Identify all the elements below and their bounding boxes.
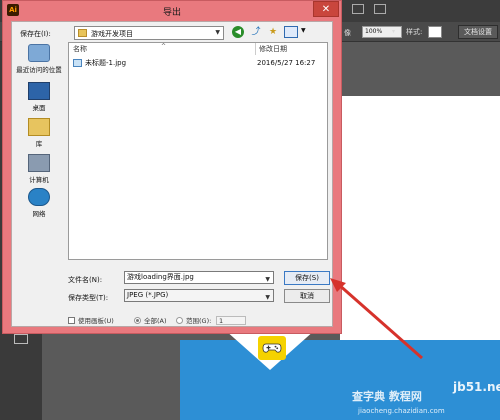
filename-label: 文件名(N): bbox=[68, 276, 103, 284]
file-name: 未标题-1.jpg bbox=[85, 59, 127, 67]
all-label: 全部(A) bbox=[144, 317, 167, 325]
filetype-label: 保存类型(T): bbox=[68, 294, 109, 302]
cancel-button[interactable]: 取消 bbox=[284, 289, 330, 303]
sort-up-icon: ^ bbox=[161, 43, 167, 50]
style-swatch[interactable] bbox=[428, 26, 442, 38]
filename-value: 游戏loading界面.jpg bbox=[127, 273, 194, 281]
file-list[interactable]: 名称 ^ 修改日期 未标题-1.jpg 2016/5/27 16:27 bbox=[68, 42, 328, 260]
arrange-documents-icon[interactable] bbox=[352, 4, 364, 14]
places-bar: 最近访问的位置 桌面 库 计算机 网络 bbox=[12, 42, 66, 282]
watermark-brand: 查字典 教程网 bbox=[352, 390, 422, 403]
place-computer[interactable]: 计算机 bbox=[12, 154, 66, 184]
place-label: 最近访问的位置 bbox=[16, 66, 62, 74]
document-settings-button[interactable]: 文档设置 bbox=[458, 25, 498, 39]
table-row[interactable]: 未标题-1.jpg 2016/5/27 16:27 bbox=[71, 57, 327, 69]
place-label: 桌面 bbox=[32, 104, 46, 112]
filetype-value: JPEG (*.JPG) bbox=[127, 291, 169, 299]
column-header-date[interactable]: 修改日期 bbox=[255, 43, 327, 55]
range-label: 范围(G): bbox=[186, 317, 212, 325]
folder-icon bbox=[78, 29, 87, 37]
computer-icon bbox=[28, 154, 50, 172]
watermark-url: jiaocheng.chazidian.com bbox=[358, 407, 445, 415]
filetype-select[interactable]: JPEG (*.JPG) ▼ bbox=[124, 289, 274, 302]
export-dialog: Ai 导出 ✕ 保存在(I): 游戏开发项目 ▼ ◀ ⤴ ★ ▼ 最近访问的位置… bbox=[2, 0, 342, 334]
all-radio[interactable] bbox=[134, 317, 141, 324]
use-artboards-label: 使用画板(U) bbox=[78, 317, 114, 325]
dialog-body: 保存在(I): 游戏开发项目 ▼ ◀ ⤴ ★ ▼ 最近访问的位置 桌面 库 计算… bbox=[11, 21, 333, 327]
file-date: 2016/5/27 16:27 bbox=[257, 59, 316, 67]
back-icon[interactable]: ◀ bbox=[232, 26, 244, 38]
style-label: 样式: bbox=[406, 28, 423, 36]
screen-mode-icon[interactable] bbox=[14, 334, 28, 344]
workspace-icon[interactable] bbox=[374, 4, 386, 14]
place-network[interactable]: 网络 bbox=[12, 188, 66, 218]
close-button[interactable]: ✕ bbox=[313, 1, 339, 17]
libraries-icon bbox=[28, 118, 50, 136]
save-in-label: 保存在(I): bbox=[20, 30, 51, 38]
place-desktop[interactable]: 桌面 bbox=[12, 82, 66, 112]
dialog-titlebar[interactable]: Ai 导出 ✕ bbox=[3, 1, 341, 19]
chevron-down-icon: ▼ bbox=[265, 294, 270, 301]
save-button[interactable]: 保存(S) bbox=[284, 271, 330, 285]
image-file-icon bbox=[73, 59, 82, 67]
place-libraries[interactable]: 库 bbox=[12, 118, 66, 148]
zoom-field[interactable]: 100% bbox=[362, 26, 402, 38]
network-icon bbox=[28, 188, 50, 206]
place-label: 计算机 bbox=[29, 176, 49, 184]
use-artboards-checkbox[interactable] bbox=[68, 317, 75, 324]
chevron-down-icon[interactable]: ▼ bbox=[265, 274, 270, 285]
recent-places-icon bbox=[28, 44, 50, 62]
place-recent[interactable]: 最近访问的位置 bbox=[12, 44, 66, 74]
watermark-tag: jb51.net bbox=[453, 380, 500, 394]
control-bar-label: 像 bbox=[344, 29, 351, 37]
chevron-down-icon: ▼ bbox=[215, 29, 220, 36]
artboard-options: 使用画板(U) 全部(A) 范围(G): 1 bbox=[68, 316, 328, 326]
view-menu-icon[interactable] bbox=[284, 26, 298, 38]
range-field[interactable]: 1 bbox=[216, 316, 246, 325]
chevron-down-icon[interactable]: ▾ bbox=[392, 28, 395, 35]
gamepad-icon bbox=[258, 336, 286, 360]
new-folder-icon[interactable]: ★ bbox=[266, 26, 280, 38]
up-folder-icon[interactable]: ⤴ bbox=[250, 26, 262, 38]
dialog-title: 导出 bbox=[162, 8, 181, 18]
filename-field[interactable]: 游戏loading界面.jpg ▼ bbox=[124, 271, 274, 284]
chevron-down-icon[interactable]: ▼ bbox=[301, 27, 306, 34]
place-label: 网络 bbox=[32, 210, 46, 218]
place-label: 库 bbox=[35, 140, 43, 148]
desktop-icon bbox=[28, 82, 50, 100]
range-value: 1 bbox=[219, 317, 224, 325]
save-in-select[interactable]: 游戏开发项目 ▼ bbox=[74, 26, 224, 40]
current-folder: 游戏开发项目 bbox=[91, 30, 133, 38]
range-radio[interactable] bbox=[176, 317, 183, 324]
